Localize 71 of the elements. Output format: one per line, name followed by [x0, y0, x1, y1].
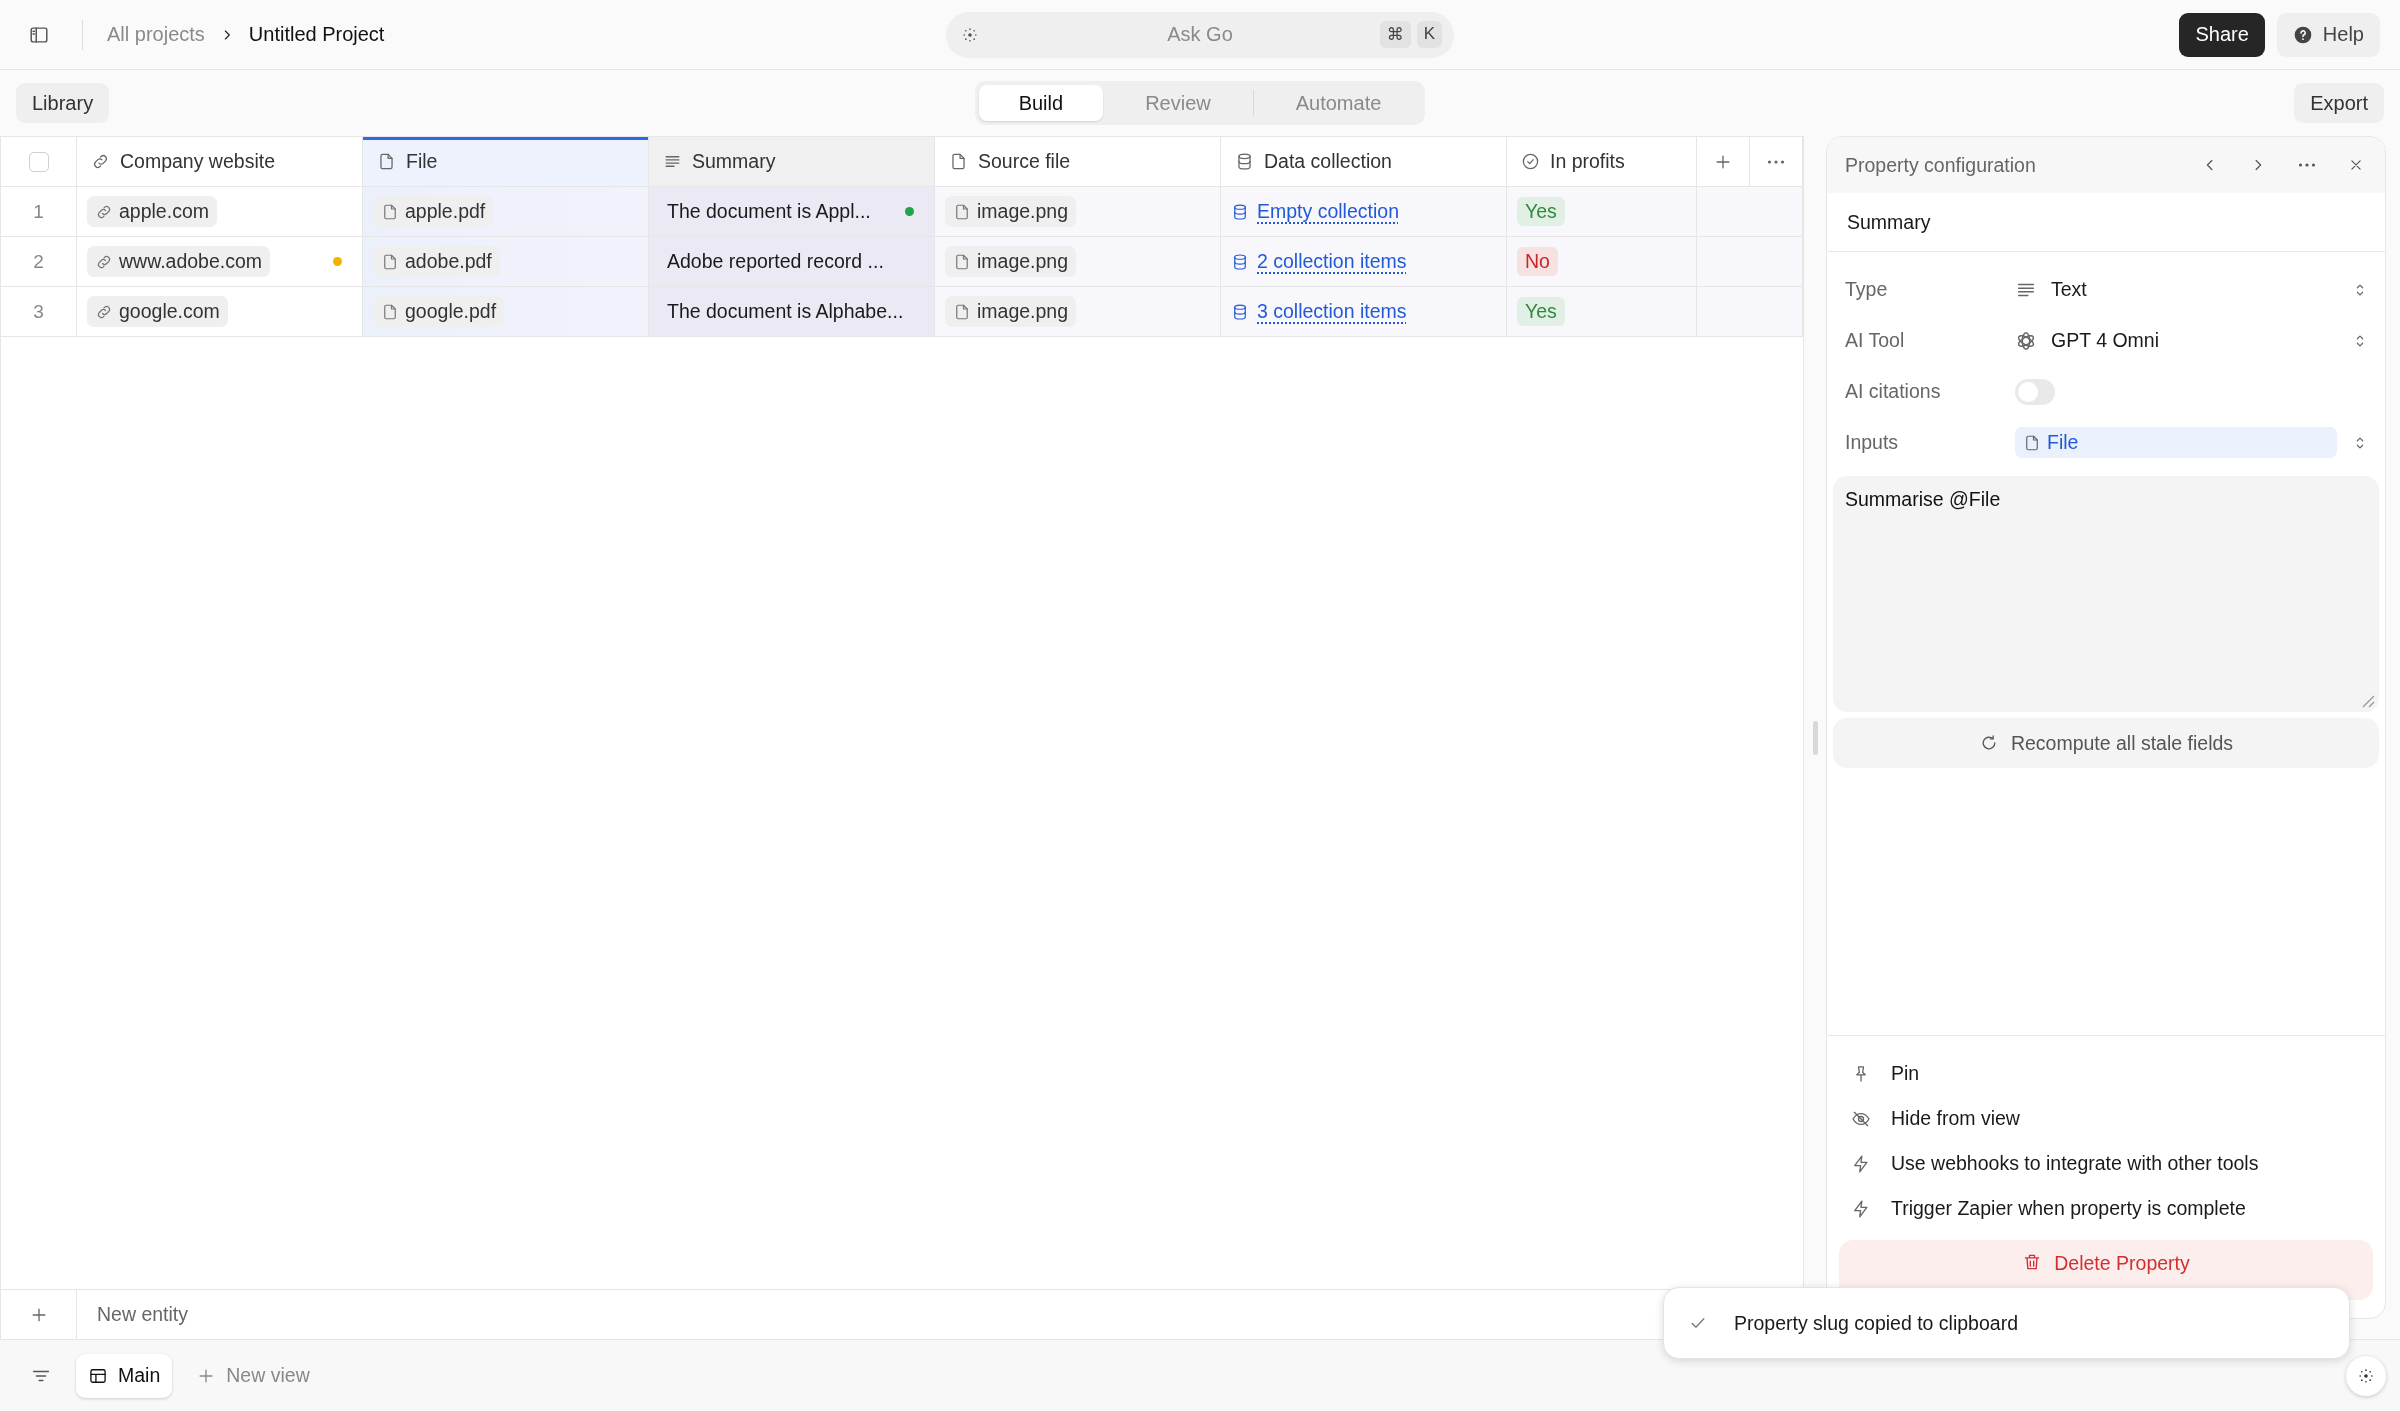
collection-link[interactable]: Empty collection [1231, 200, 1399, 223]
library-button[interactable]: Library [16, 83, 110, 123]
select-all-checkbox[interactable] [28, 151, 49, 172]
file-icon [381, 302, 399, 321]
prompt-field[interactable]: Summarise @File [1833, 476, 2379, 712]
cell-text: Adobe reported record ... [666, 250, 885, 273]
field-label: AI citations [1845, 380, 1942, 403]
cell-text: The document is Alphabe... [666, 300, 905, 323]
status-tag: No [1517, 247, 1558, 276]
panel-title: Property configuration [1845, 153, 2037, 177]
more-icon [2297, 163, 2317, 167]
cell-text: The document is Appl... [666, 200, 872, 223]
help-button[interactable]: Help [2276, 12, 2380, 57]
action-item[interactable]: Hide from view [1845, 1099, 2367, 1138]
file-icon [381, 252, 399, 271]
action-item[interactable]: Trigger Zapier when property is complete [1845, 1189, 2367, 1228]
export-button[interactable]: Export [2294, 83, 2384, 123]
collection-link[interactable]: 2 collection items [1231, 250, 1407, 273]
file-icon [2023, 433, 2041, 452]
row-number: 3 [1, 287, 77, 337]
resize-handle[interactable] [1812, 720, 1818, 755]
row-number: 2 [1, 237, 77, 287]
database-icon [1231, 252, 1249, 271]
database-icon [1235, 152, 1254, 171]
file-icon [953, 202, 971, 221]
column-header[interactable]: Summary [649, 137, 935, 187]
link-icon [91, 152, 110, 171]
column-header[interactable]: File [363, 137, 649, 187]
database-icon [1231, 202, 1249, 221]
document-chip[interactable]: image.png [945, 196, 1077, 227]
document-chip[interactable]: apple.pdf [373, 196, 494, 227]
inputs-select[interactable]: File [2015, 422, 2369, 463]
type-select[interactable]: Text [2015, 269, 2369, 310]
file-icon [381, 202, 399, 221]
input-chip[interactable]: File [2015, 427, 2337, 458]
link-chip[interactable]: www.adobe.com [87, 246, 271, 277]
more-icon [1766, 159, 1786, 164]
file-icon [949, 152, 968, 171]
view-tab[interactable]: Main [76, 1353, 173, 1398]
file-icon [953, 252, 971, 271]
link-chip[interactable]: google.com [87, 296, 228, 327]
knot-icon [2015, 329, 2037, 352]
action-item[interactable]: Use webhooks to integrate with other tools [1845, 1144, 2367, 1183]
ai-tool-select[interactable]: GPT 4 Omni [2015, 320, 2369, 361]
field-label: AI Tool [1845, 329, 1906, 352]
status-tag: Yes [1517, 297, 1565, 326]
toast-text: Property slug copied to clipboard [1734, 1311, 2018, 1335]
link-chip[interactable]: apple.com [87, 196, 217, 227]
check-circle-icon [1521, 152, 1540, 171]
document-chip[interactable]: adobe.pdf [373, 246, 500, 277]
database-icon [1231, 302, 1249, 321]
document-chip[interactable]: image.png [945, 246, 1077, 277]
resize-handle-icon[interactable] [2361, 694, 2375, 708]
help-icon [2292, 24, 2313, 45]
new-entity-button[interactable]: New entity [77, 1290, 189, 1339]
file-icon [377, 152, 396, 171]
recompute-button[interactable]: Recompute all stale fields [1833, 718, 2379, 768]
document-chip[interactable]: image.png [945, 296, 1077, 327]
field-label: Type [1845, 278, 1889, 301]
breadcrumb-link[interactable]: Untitled Project [248, 23, 385, 46]
status-tag: Yes [1517, 197, 1565, 226]
share-button[interactable]: Share [2179, 12, 2265, 57]
field-label: Inputs [1845, 431, 1900, 454]
assistant-button[interactable] [2346, 1355, 2386, 1396]
row-number: 1 [1, 187, 77, 237]
file-icon [953, 302, 971, 321]
property-name-field[interactable]: Summary [1827, 193, 2385, 252]
action-item[interactable]: Pin [1845, 1054, 2367, 1093]
document-chip[interactable]: google.pdf [373, 296, 505, 327]
view-tab[interactable]: Build [978, 85, 1104, 121]
collection-link[interactable]: 3 collection items [1231, 300, 1407, 323]
